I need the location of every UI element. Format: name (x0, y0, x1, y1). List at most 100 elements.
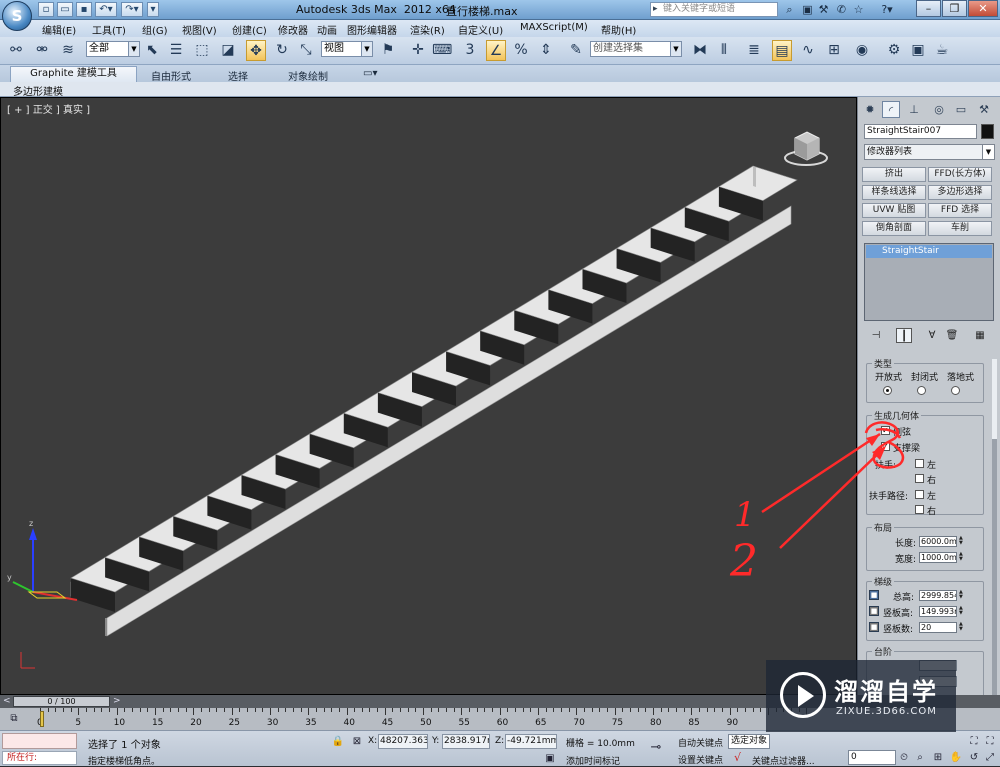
new-file-icon[interactable]: ▫ (38, 2, 54, 17)
stair-model[interactable] (1, 98, 857, 695)
reference-coord-select[interactable]: 视图 ▼ (321, 41, 373, 57)
tab-object-paint[interactable]: 对象绘制 (288, 68, 328, 83)
minimize-button[interactable]: – (916, 0, 941, 17)
wrench-icon[interactable]: ⚒ (816, 2, 831, 17)
select-object-icon[interactable]: ⬉ (142, 40, 162, 61)
menu-customize[interactable]: 自定义(U) (458, 22, 503, 37)
y-coordinate-field[interactable]: 2838.917m (442, 734, 490, 749)
perspective-viewport[interactable]: [ + ] 正交 ] 真实 ] z y (0, 97, 857, 695)
make-unique-icon[interactable]: ∀ (924, 328, 940, 343)
menu-maxscript[interactable]: MAXScript(M) (520, 22, 588, 33)
tab-graphite-modeling[interactable]: Graphite 建模工具 (10, 66, 137, 82)
lock-overall-icon[interactable]: ■ (869, 590, 879, 600)
closed-type-radio[interactable] (917, 386, 926, 395)
poly-select-button[interactable]: 多边形选择 (928, 185, 992, 200)
select-and-move-icon[interactable]: ✥ (246, 40, 266, 61)
riser-count-spinner[interactable]: 20 (919, 622, 957, 633)
show-end-result-icon[interactable]: ┃ (896, 328, 912, 343)
snap-toggle-icon[interactable]: 3 (460, 40, 480, 61)
save-search-icon[interactable]: ▣ (800, 2, 815, 17)
close-button[interactable]: ✕ (968, 0, 998, 17)
time-next-icon[interactable]: > (113, 695, 121, 708)
riser-height-spinner[interactable]: 149.993m (919, 606, 957, 617)
length-spinner-arrows-icon[interactable]: ▲ ▼ (959, 536, 965, 547)
save-file-icon[interactable]: ▪ (76, 2, 92, 17)
object-name-field[interactable]: StraightStair007 (864, 124, 977, 139)
polygon-modeling-label[interactable]: 多边形建模 (13, 83, 63, 98)
key-filter-icon[interactable]: √ (734, 751, 741, 764)
path-left-checkbox[interactable] (915, 490, 924, 499)
support-beam-checkbox[interactable]: ✓ (881, 442, 890, 451)
lock-riser-count-icon[interactable]: ■ (869, 622, 879, 632)
length-spinner[interactable]: 6000.0mm (919, 536, 957, 547)
pan-icon[interactable]: ✋ (948, 750, 964, 765)
display-tab-icon[interactable]: ▭ (952, 101, 970, 118)
modify-tab-icon[interactable]: ◜ (882, 101, 900, 118)
ffd-box-button[interactable]: FFD(长方体) (928, 167, 992, 182)
add-time-tag-button[interactable]: 添加时间标记 (566, 754, 620, 767)
handrail-left-checkbox[interactable] (915, 459, 924, 468)
mini-curve-editor-icon[interactable]: ⧉ (6, 711, 22, 726)
render-setup-icon[interactable]: ⚙ (884, 40, 904, 61)
viewcube-icon[interactable] (781, 124, 831, 168)
hierarchy-tab-icon[interactable]: ⊥ (905, 101, 923, 118)
select-and-scale-icon[interactable]: ⤡ (296, 40, 316, 61)
zoom-extents-icon[interactable]: ⛶ (966, 734, 982, 749)
pivot-center-icon[interactable]: ⚑ (378, 40, 398, 61)
menu-create[interactable]: 创建(C) (232, 22, 267, 37)
path-right-checkbox[interactable] (915, 505, 924, 514)
restore-button[interactable]: ❐ (942, 0, 967, 17)
window-crossing-icon[interactable]: ◪ (218, 40, 238, 61)
named-selection-select[interactable]: 创建选择集 ▼ (590, 41, 682, 57)
riser-height-spinner-arrows-icon[interactable]: ▲ ▼ (959, 606, 965, 617)
lock-riser-height-icon[interactable]: ■ (869, 606, 879, 616)
lathe-button[interactable]: 车削 (928, 221, 992, 236)
align-icon[interactable]: ⫴ (714, 40, 734, 61)
mirror-icon[interactable]: ⧓ (690, 40, 710, 61)
overall-spinner-arrows-icon[interactable]: ▲ ▼ (959, 590, 965, 601)
communication-icon[interactable]: ✆ (834, 2, 849, 17)
tab-selection[interactable]: 选择 (228, 68, 248, 83)
time-slider-thumb[interactable]: 0 / 100 (13, 696, 110, 707)
manipulate-icon[interactable]: ✛ (408, 40, 428, 61)
selection-filter-select[interactable]: 全部 ▼ (86, 41, 140, 57)
remove-modifier-icon[interactable]: 🗑 (944, 328, 960, 343)
command-panel-scrollbar[interactable] (992, 359, 997, 695)
set-key-button[interactable]: 设置关键点 (678, 753, 723, 766)
configure-modifier-sets-icon[interactable]: ▦ (972, 328, 988, 343)
z-coordinate-field[interactable]: -49.721mm (505, 734, 557, 749)
object-color-swatch[interactable] (981, 124, 994, 139)
maxscript-running-label[interactable]: 所在行: (2, 751, 77, 765)
menu-tools[interactable]: 工具(T) (92, 22, 126, 37)
open-type-radio[interactable] (883, 386, 892, 395)
curve-editor-icon[interactable]: ∿ (798, 40, 818, 61)
current-frame-marker[interactable] (40, 711, 44, 727)
modifier-list-select[interactable]: 修改器列表 ▼ (864, 144, 995, 160)
open-file-icon[interactable]: ▭ (57, 2, 73, 17)
layer-manager-icon[interactable]: ≣ (744, 40, 764, 61)
angle-snap-icon[interactable]: ∠ (486, 40, 506, 61)
menu-rendering[interactable]: 渲染(R) (410, 22, 445, 37)
menu-graph-editors[interactable]: 图形编辑器 (347, 22, 397, 37)
width-spinner-arrows-icon[interactable]: ▲ ▼ (959, 552, 965, 563)
undo-icon[interactable]: ↶▾ (95, 2, 117, 17)
zoom-extents-all-icon[interactable]: ⛶ (982, 734, 998, 749)
time-config-icon[interactable]: ⏲ (896, 750, 912, 765)
pin-stack-icon[interactable]: ⊣ (868, 328, 884, 343)
time-tag-icon[interactable]: ▣ (542, 751, 558, 766)
selection-lock-icon[interactable]: 🔒 (330, 734, 346, 749)
current-frame-field[interactable]: 0 (848, 750, 896, 765)
maximize-viewport-icon[interactable]: ⤢ (982, 750, 998, 765)
unlink-icon[interactable]: ⚮ (32, 40, 52, 61)
utilities-tab-icon[interactable]: ⚒ (975, 101, 993, 118)
graphite-toggle-icon[interactable]: ▤ (772, 40, 792, 61)
help-icon[interactable]: ?▾ (876, 2, 898, 17)
maxscript-listener[interactable] (2, 733, 77, 749)
menu-group[interactable]: 组(G) (142, 22, 168, 37)
render-production-icon[interactable]: ☕ (932, 40, 952, 61)
zoom-all-icon[interactable]: ⊞ (930, 750, 946, 765)
uvw-map-button[interactable]: UVW 贴图 (862, 203, 926, 218)
favorites-star-icon[interactable]: ☆ (851, 2, 866, 17)
modifier-stack[interactable]: StraightStair (864, 243, 994, 321)
orbit-icon[interactable]: ↺ (966, 750, 982, 765)
